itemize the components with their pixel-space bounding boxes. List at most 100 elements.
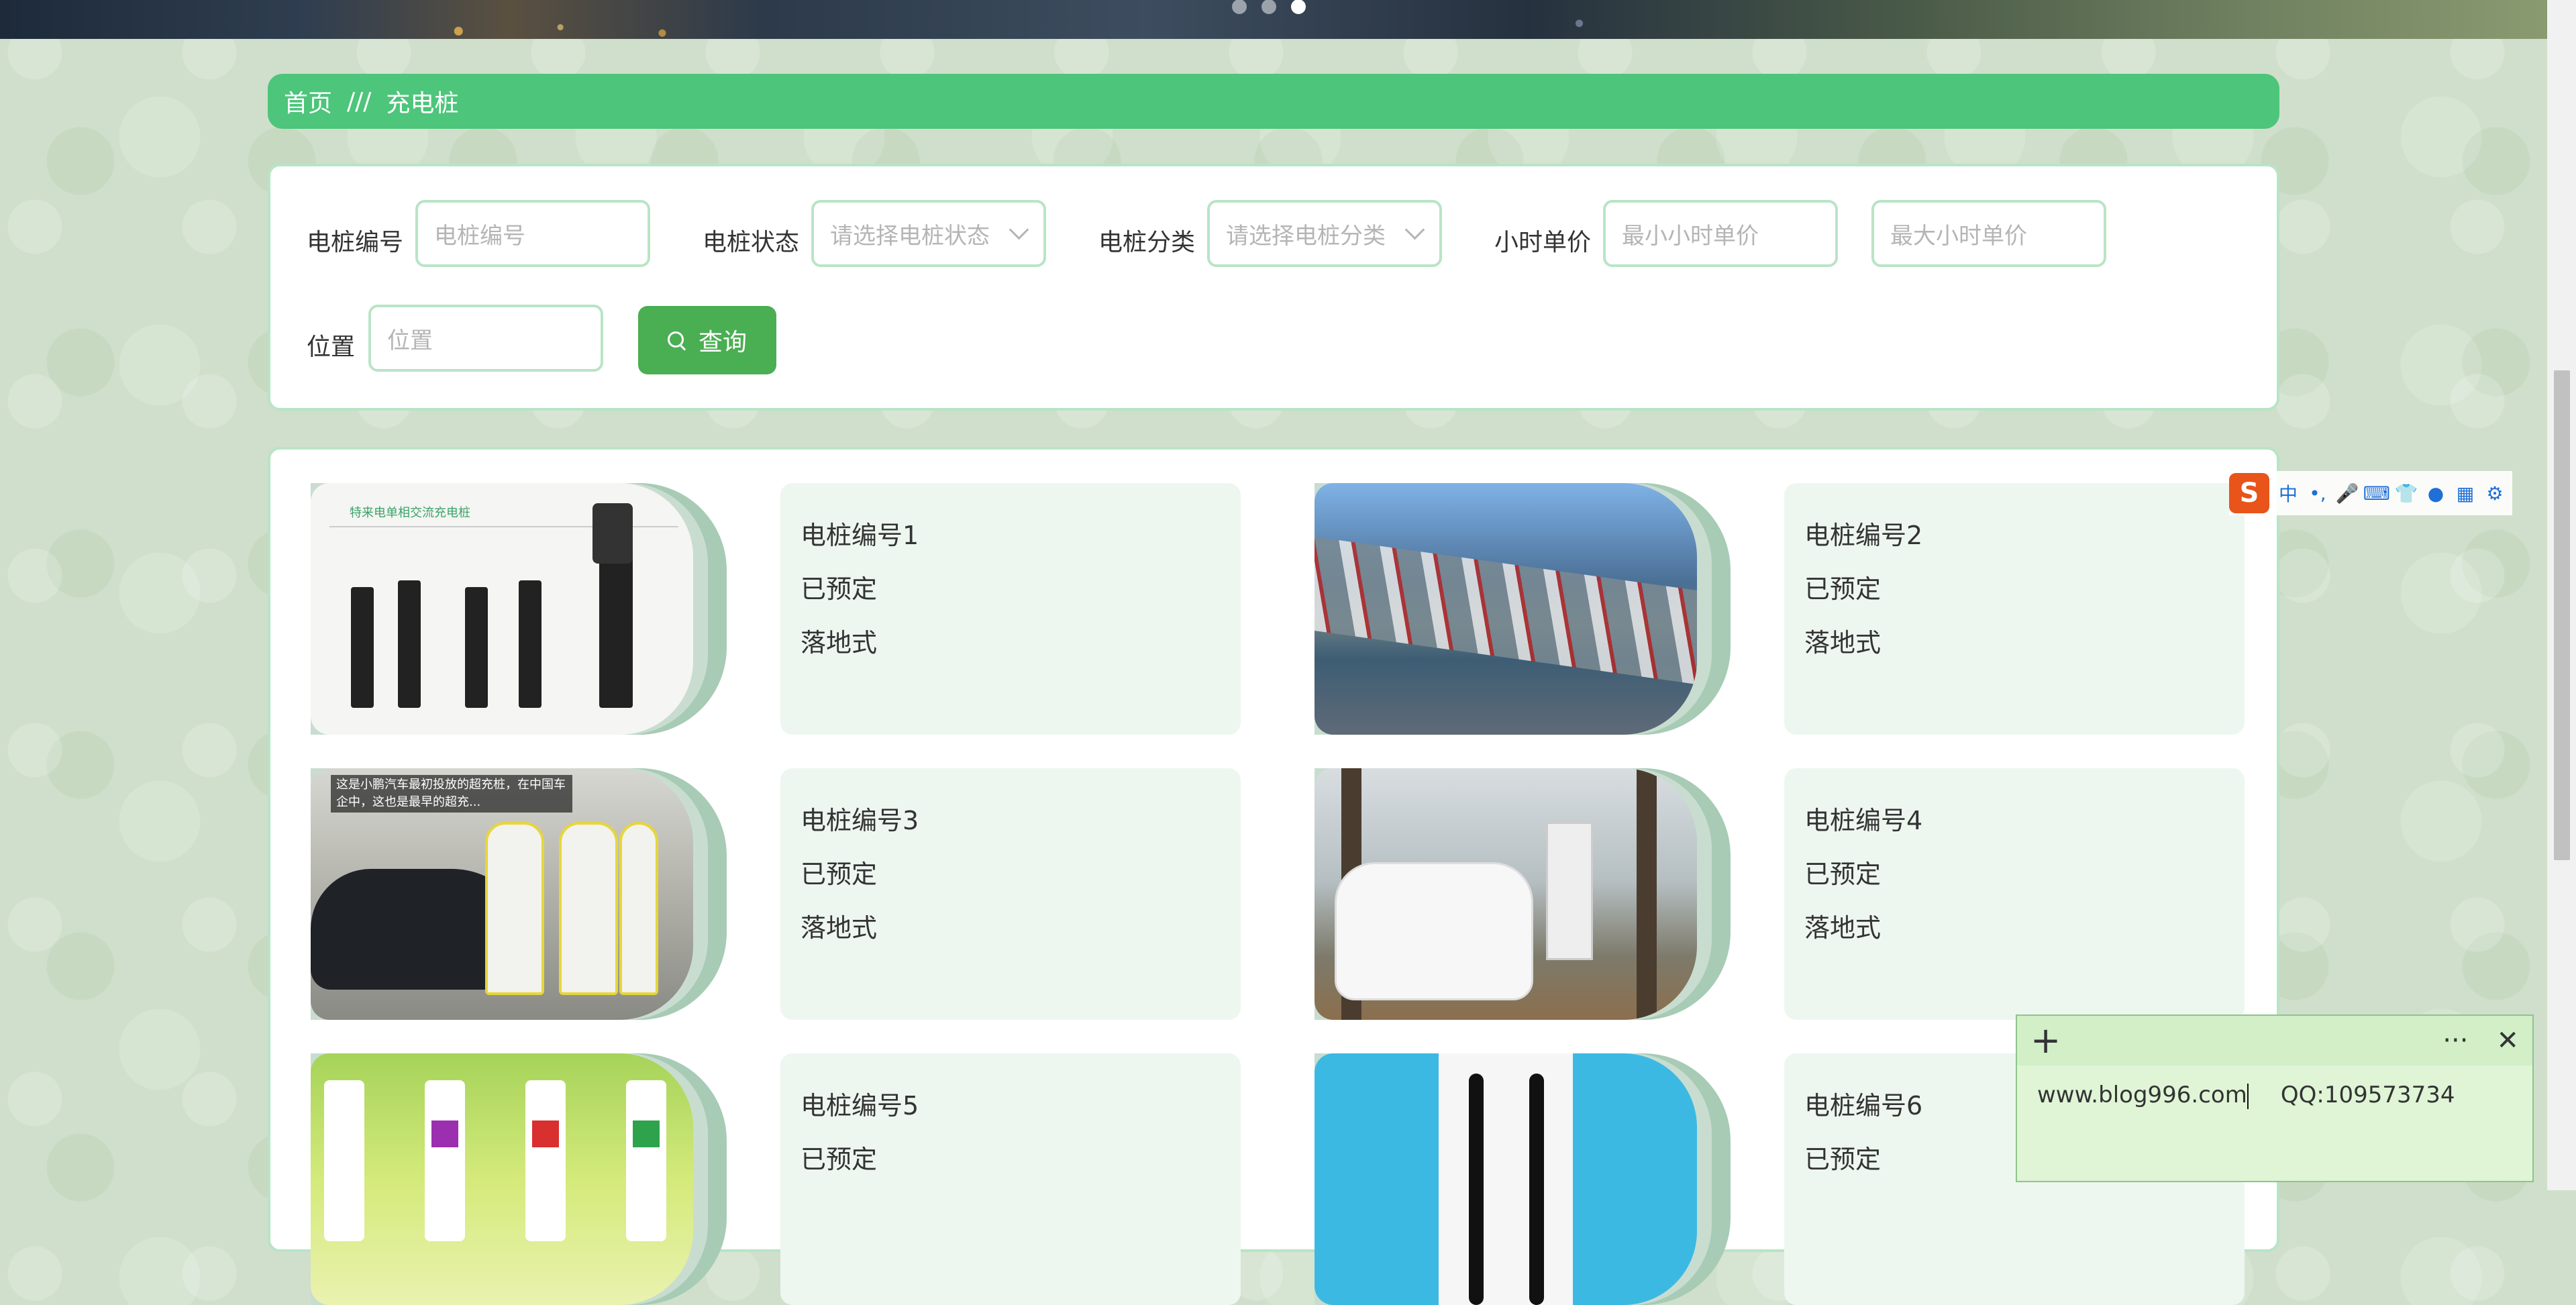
mic-icon[interactable]: 🎤 — [2336, 482, 2359, 505]
charger-row — [1315, 536, 1697, 685]
pile-type: 落地式 — [1804, 913, 1882, 943]
min-price-placeholder: 最小小时单价 — [1622, 222, 1759, 250]
pile-no-input[interactable]: 电桩编号 — [415, 200, 650, 267]
pile-status: 已预定 — [801, 859, 878, 889]
pile-name: 电桩编号1 — [801, 521, 919, 550]
pile-status: 已预定 — [1804, 574, 1882, 604]
pile-type: 落地式 — [1804, 628, 1882, 658]
carousel-dot[interactable] — [1232, 0, 1247, 14]
charging-pile-list: 特来电单相交流充电桩 电桩编号1 已预定 落地式 电桩编号2 已预定 落地式 这… — [268, 447, 2279, 1305]
charger-unit — [619, 822, 658, 995]
scrollbar-thumb[interactable] — [2554, 370, 2570, 860]
pile-status: 已预定 — [801, 574, 878, 604]
charger-unit — [525, 1080, 566, 1241]
hourly-price-label: 小时单价 — [1494, 229, 1592, 256]
charger-post — [351, 587, 374, 708]
skin-icon[interactable]: 👕 — [2395, 482, 2418, 505]
charger-screen — [431, 1120, 458, 1147]
pile-name: 电桩编号4 — [1804, 806, 1923, 835]
close-icon[interactable]: ✕ — [2496, 1025, 2519, 1056]
pile-status: 已预定 — [801, 1145, 878, 1174]
query-button[interactable]: 查询 — [638, 306, 776, 374]
input-mode-toggle[interactable]: 中 — [2277, 482, 2299, 505]
punctuation-toggle[interactable]: •, — [2307, 482, 2328, 505]
sticky-note-header: + ··· ✕ — [2017, 1016, 2532, 1065]
location-placeholder: 位置 — [387, 327, 433, 354]
pile-no-placeholder: 电桩编号 — [434, 222, 525, 250]
pile-info-card[interactable]: 电桩编号3 已预定 落地式 — [780, 768, 1241, 1020]
charger-post — [398, 580, 421, 708]
charger-unit — [485, 822, 544, 995]
pile-image[interactable]: 特来电单相交流充电桩 — [311, 483, 727, 735]
category-label: 电桩分类 — [1098, 229, 1196, 256]
pile-info-card[interactable]: 电桩编号4 已预定 落地式 — [1784, 768, 2245, 1020]
image-caption: 特来电单相交流充电桩 — [350, 506, 470, 520]
charger-post — [599, 540, 633, 708]
sticky-note-body[interactable]: www.blog996.com QQ:109573734 — [2017, 1065, 2532, 1109]
note-controls: ··· ✕ — [2442, 1025, 2519, 1056]
search-icon — [667, 331, 685, 349]
image-caption: 这是小鹏汽车最初投放的超充桩，在中国车企中，这也是最早的超充... — [331, 775, 572, 813]
charger-screen — [532, 1120, 559, 1147]
pile-type: 落地式 — [801, 913, 878, 943]
charger-post — [519, 580, 542, 708]
pile-no-label: 电桩编号 — [307, 229, 404, 256]
category-select[interactable]: 请选择电桩分类 — [1207, 200, 1442, 267]
chevron-down-icon — [1404, 219, 1425, 240]
add-note-icon[interactable]: + — [2030, 1023, 2061, 1059]
chevron-down-icon — [1009, 219, 1029, 240]
charger-screen — [633, 1120, 660, 1147]
pile-image[interactable]: 这是小鹏汽车最初投放的超充桩，在中国车企中，这也是最早的超充... — [311, 768, 727, 1020]
pile-photo — [1315, 768, 1697, 1020]
pile-name: 电桩编号2 — [1804, 521, 1923, 550]
location-label: 位置 — [307, 333, 356, 361]
page-scrollbar[interactable] — [2547, 0, 2576, 1190]
more-options-icon[interactable]: ··· — [2442, 1025, 2468, 1056]
charger-unit — [559, 822, 618, 995]
keyboard-icon[interactable]: ⌨ — [2363, 482, 2390, 505]
sticky-note[interactable]: + ··· ✕ www.blog996.com QQ:109573734 — [2016, 1014, 2534, 1182]
robot-icon[interactable]: ● — [2425, 482, 2446, 505]
charger-unit — [425, 1080, 465, 1241]
query-button-label: 查询 — [698, 329, 747, 356]
pile-type: 落地式 — [801, 628, 878, 658]
breadcrumb-current: 充电桩 — [386, 90, 459, 117]
breadcrumb-home[interactable]: 首页 — [284, 84, 332, 119]
pile-image[interactable] — [1315, 1053, 1731, 1305]
tree-trunk — [1637, 768, 1657, 1020]
ime-toolbar: S 中 •, 🎤 ⌨ 👕 ● ▦ ⚙ — [2229, 471, 2512, 515]
carousel-dot[interactable] — [1261, 0, 1276, 14]
location-input[interactable]: 位置 — [368, 305, 603, 372]
pile-photo: 这是小鹏汽车最初投放的超充桩，在中国车企中，这也是最早的超充... — [311, 768, 693, 1020]
pile-name: 电桩编号5 — [801, 1091, 919, 1120]
pile-status: 已预定 — [1804, 859, 1882, 889]
min-price-input[interactable]: 最小小时单价 — [1603, 200, 1838, 267]
charger-unit — [324, 1080, 364, 1241]
charger-unit — [626, 1080, 666, 1241]
sogou-logo-icon[interactable]: S — [2229, 473, 2269, 513]
breadcrumb: 首页 /// 充电桩 — [268, 74, 2279, 129]
category-placeholder: 请选择电桩分类 — [1226, 222, 1386, 250]
note-qq: QQ:109573734 — [2280, 1082, 2455, 1108]
apps-icon[interactable]: ▦ — [2455, 482, 2476, 505]
banner-carousel[interactable] — [0, 0, 2547, 39]
pile-image[interactable] — [311, 1053, 727, 1305]
pile-info-card[interactable]: 电桩编号2 已预定 落地式 — [1784, 483, 2245, 735]
status-select[interactable]: 请选择电桩状态 — [811, 200, 1046, 267]
note-url: www.blog996.com — [2037, 1082, 2247, 1108]
breadcrumb-separator: /// — [347, 87, 372, 115]
pile-image[interactable] — [1315, 483, 1731, 735]
pile-info-card[interactable]: 电桩编号5 已预定 — [780, 1053, 1241, 1305]
pile-photo — [311, 1053, 693, 1305]
settings-icon[interactable]: ⚙ — [2484, 482, 2506, 505]
charger-cable — [1529, 1074, 1544, 1305]
charger-cable — [1469, 1074, 1484, 1305]
status-placeholder: 请选择电桩状态 — [830, 222, 990, 250]
carousel-indicators — [1232, 0, 1306, 20]
pile-image[interactable] — [1315, 768, 1731, 1020]
carousel-dot-active[interactable] — [1291, 0, 1306, 14]
pile-photo — [1315, 1053, 1697, 1305]
pile-info-card[interactable]: 电桩编号1 已预定 落地式 — [780, 483, 1241, 735]
max-price-placeholder: 最大小时单价 — [1890, 222, 2027, 250]
max-price-input[interactable]: 最大小时单价 — [1871, 200, 2106, 267]
